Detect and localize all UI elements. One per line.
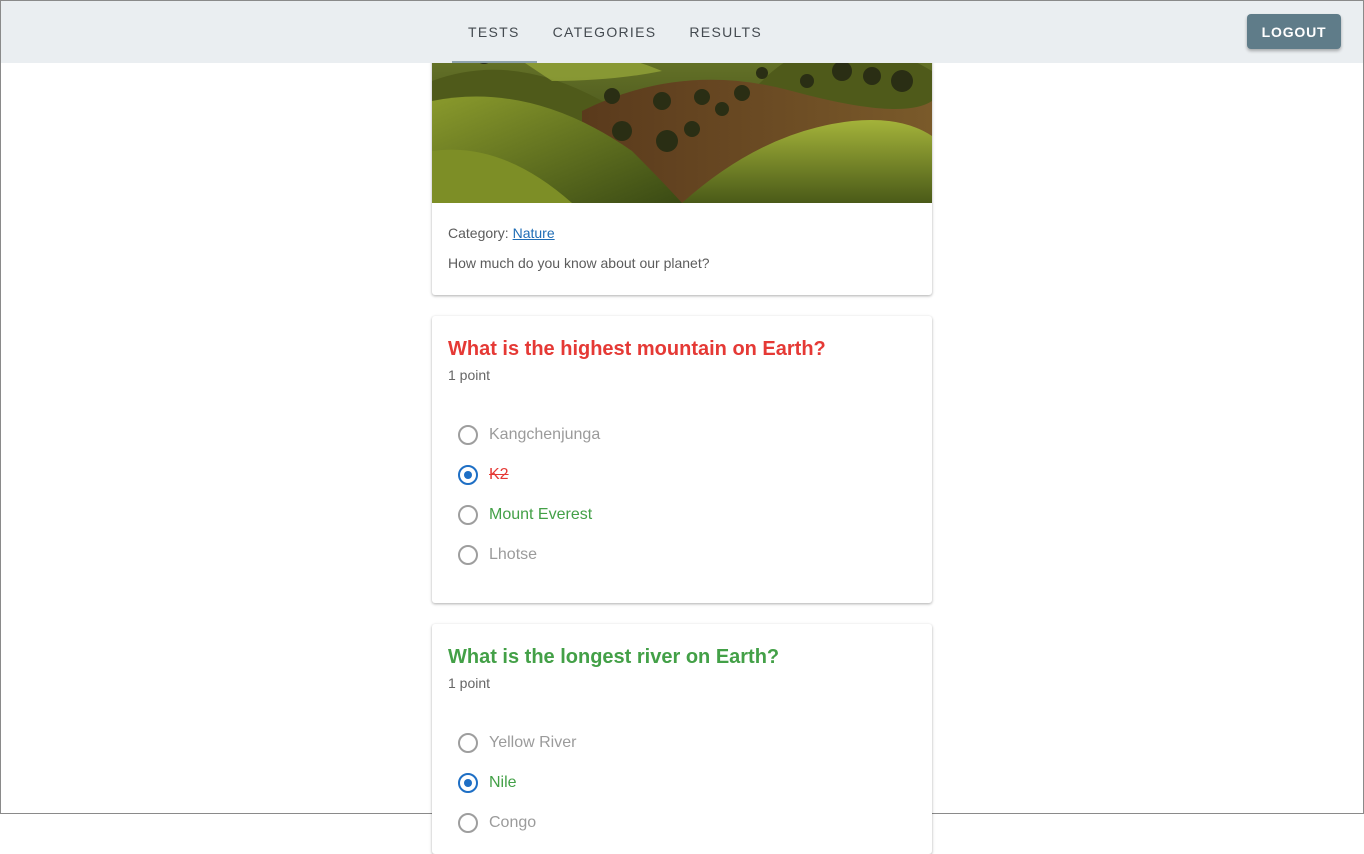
question-card: What is the longest river on Earth? 1 po… (432, 624, 932, 854)
hero-image (432, 41, 932, 203)
radio-button[interactable] (458, 813, 478, 833)
logout-button[interactable]: LOGOUT (1247, 14, 1341, 49)
answer-option[interactable]: Lhotse (458, 535, 600, 575)
radio-button-selected[interactable] (458, 773, 478, 793)
question-points: 1 point (448, 675, 491, 691)
radio-button[interactable] (458, 545, 478, 565)
question-points: 1 point (448, 367, 491, 383)
tab-categories[interactable]: CATEGORIES (537, 1, 674, 63)
answer-options: Yellow River Nile Congo (458, 723, 576, 843)
answer-option[interactable]: Nile (458, 763, 576, 803)
top-nav-bar: TESTS CATEGORIES RESULTS LOGOUT (1, 1, 1363, 63)
question-title: What is the longest river on Earth? (448, 646, 780, 668)
category-link[interactable]: Nature (513, 225, 555, 241)
category-line: Category: Nature (448, 225, 555, 241)
test-info-card: Category: Nature How much do you know ab… (432, 41, 932, 295)
test-description: How much do you know about our planet? (448, 255, 710, 271)
answer-option[interactable]: Congo (458, 803, 576, 843)
nav-tabs: TESTS CATEGORIES RESULTS (452, 1, 779, 63)
question-card: What is the highest mountain on Earth? 1… (432, 316, 932, 603)
answer-label: Kangchenjunga (489, 426, 601, 443)
answer-label-correct: Nile (489, 774, 517, 791)
radio-button-selected[interactable] (458, 465, 478, 485)
answer-option[interactable]: K2 (458, 455, 600, 495)
radio-button[interactable] (458, 505, 478, 525)
answer-options: Kangchenjunga K2 Mount Everest Lhotse (458, 415, 600, 575)
answer-label-correct: Mount Everest (489, 506, 593, 523)
category-label: Category: (448, 225, 509, 241)
answer-label: Lhotse (489, 546, 538, 563)
radio-button[interactable] (458, 733, 478, 753)
answer-label: Yellow River (489, 734, 577, 751)
question-title: What is the highest mountain on Earth? (448, 338, 826, 360)
answer-label: Congo (489, 814, 537, 831)
answer-label-wrong: K2 (489, 466, 509, 483)
answer-option[interactable]: Mount Everest (458, 495, 600, 535)
tab-results[interactable]: RESULTS (673, 1, 779, 63)
answer-option[interactable]: Kangchenjunga (458, 415, 600, 455)
radio-button[interactable] (458, 425, 478, 445)
answer-option[interactable]: Yellow River (458, 723, 576, 763)
tab-tests[interactable]: TESTS (452, 1, 537, 63)
